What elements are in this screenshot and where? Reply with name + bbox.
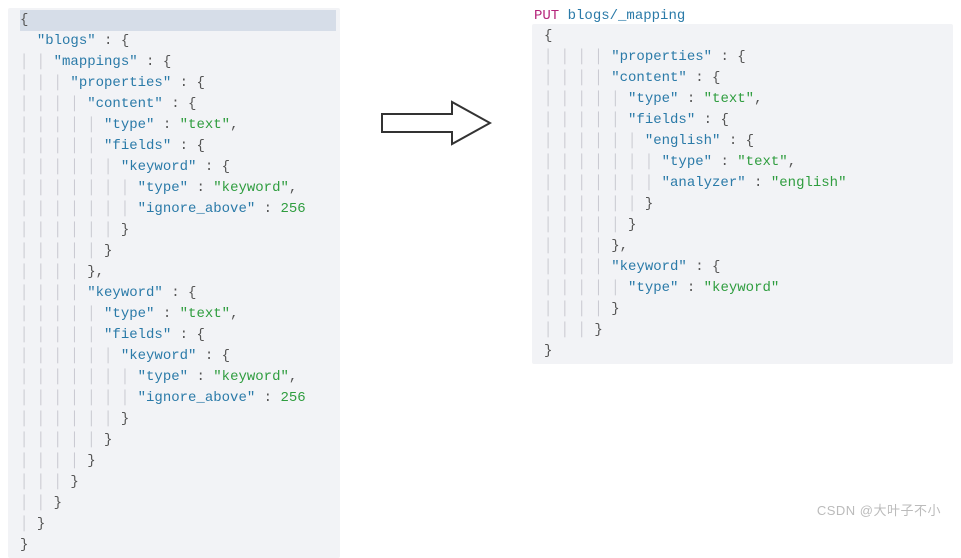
code-line: │ │ │ │ "content" : { bbox=[20, 94, 336, 115]
code-line: } bbox=[20, 535, 336, 556]
code-line: │ │ │ │ "content" : { bbox=[544, 68, 949, 89]
code-line: │ │ │ │ │ } bbox=[544, 215, 949, 236]
code-line: │ │ │ │ │ │ │ "type" : "keyword", bbox=[20, 367, 336, 388]
code-line: │ │ │ │ │ │ } bbox=[20, 409, 336, 430]
arrow-right-icon bbox=[380, 8, 492, 238]
request-line: PUT blogs/_mapping bbox=[532, 8, 953, 24]
code-line: │ │ } bbox=[20, 493, 336, 514]
code-line: │ │ │ } bbox=[20, 472, 336, 493]
code-line: │ │ │ │ │ } bbox=[20, 241, 336, 262]
code-line: │ │ │ │ }, bbox=[544, 236, 949, 257]
code-line: │ │ │ │ │ "fields" : { bbox=[20, 325, 336, 346]
code-line: │ │ │ │ │ } bbox=[20, 430, 336, 451]
code-line: │ │ │ │ │ "type" : "text", bbox=[20, 115, 336, 136]
code-line: │ │ │ │ "properties" : { bbox=[544, 47, 949, 68]
code-line: │ │ │ │ │ "fields" : { bbox=[544, 110, 949, 131]
code-line: │ │ │ │ │ │ } bbox=[544, 194, 949, 215]
left-code-block: { "blogs" : { │ │ "mappings" : { │ │ │ "… bbox=[8, 8, 340, 558]
code-line: │ │ │ │ } bbox=[20, 451, 336, 472]
code-line: │ │ │ "properties" : { bbox=[20, 73, 336, 94]
code-line: "blogs" : { bbox=[20, 31, 336, 52]
code-line: │ │ │ } bbox=[544, 320, 949, 341]
code-line: │ │ │ │ } bbox=[544, 299, 949, 320]
code-line: │ │ │ │ │ │ "keyword" : { bbox=[20, 346, 336, 367]
right-code-block: { │ │ │ │ "properties" : { │ │ │ │ "cont… bbox=[532, 24, 953, 364]
code-line: │ │ │ │ │ │ │ "ignore_above" : 256 bbox=[20, 388, 336, 409]
code-line: │ │ │ │ │ │ │ "type" : "text", bbox=[544, 152, 949, 173]
code-line: │ │ │ │ │ "type" : "keyword" bbox=[544, 278, 949, 299]
code-line: │ │ │ │ │ │ } bbox=[20, 220, 336, 241]
code-line: │ │ │ │ │ │ │ "ignore_above" : 256 bbox=[20, 199, 336, 220]
code-line: │ │ │ │ "keyword" : { bbox=[20, 283, 336, 304]
watermark: CSDN @大叶子不小 bbox=[817, 500, 941, 519]
code-line: │ │ │ │ "keyword" : { bbox=[544, 257, 949, 278]
code-line: │ │ │ │ │ │ "english" : { bbox=[544, 131, 949, 152]
code-line: │ │ │ │ │ │ │ "analyzer" : "english" bbox=[544, 173, 949, 194]
code-line: │ │ │ │ }, bbox=[20, 262, 336, 283]
code-line: } bbox=[544, 341, 949, 362]
code-line: │ │ │ │ │ "fields" : { bbox=[20, 136, 336, 157]
code-comparison: { "blogs" : { │ │ "mappings" : { │ │ │ "… bbox=[8, 8, 953, 558]
code-line: { bbox=[20, 10, 336, 31]
code-line: │ │ "mappings" : { bbox=[20, 52, 336, 73]
code-line: │ │ │ │ │ │ "keyword" : { bbox=[20, 157, 336, 178]
code-line: │ │ │ │ │ "type" : "text", bbox=[544, 89, 949, 110]
right-panel: PUT blogs/_mapping { │ │ │ │ "properties… bbox=[532, 8, 953, 364]
code-line: │ │ │ │ │ "type" : "text", bbox=[20, 304, 336, 325]
code-line: │ │ │ │ │ │ │ "type" : "keyword", bbox=[20, 178, 336, 199]
code-line: { bbox=[544, 26, 949, 47]
